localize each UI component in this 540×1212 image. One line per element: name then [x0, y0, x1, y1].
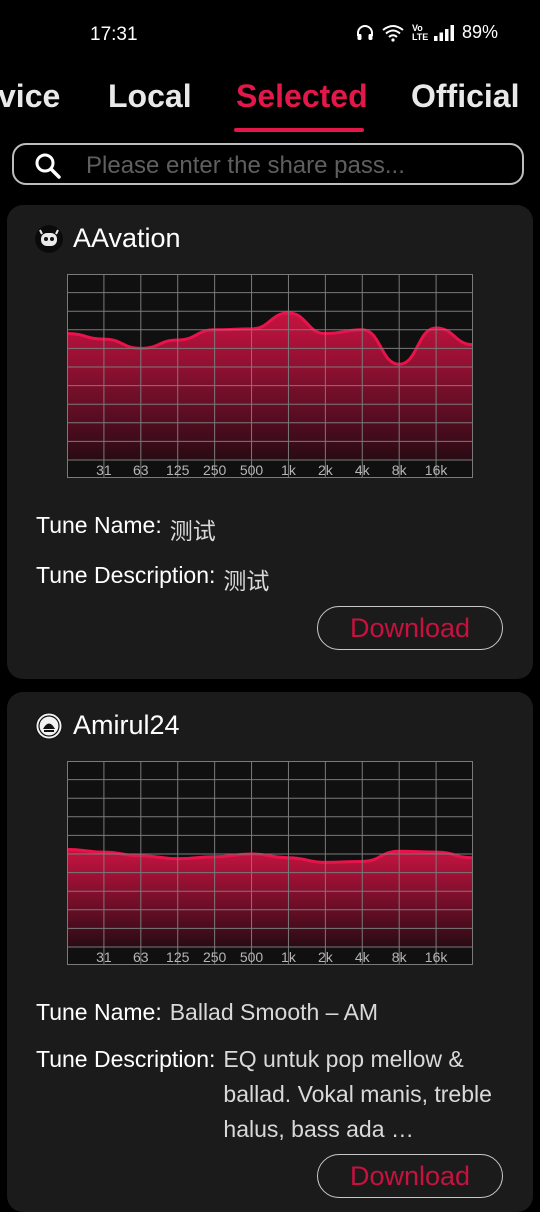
tune-name-value: Ballad Smooth – AM [169, 999, 379, 1025]
eq-curve-chart: 31 63 125 250 500 1k 2k 4k 8k 16k [67, 274, 473, 478]
eq-band-label: 16k [425, 949, 449, 965]
eq-band-label: 500 [240, 462, 264, 478]
eq-curve-chart: 31 63 125 250 500 1k 2k 4k 8k 16k [67, 761, 473, 965]
author-row: AAvation [35, 223, 181, 254]
tune-description-row: Tune Description: 测试 [36, 562, 269, 596]
search-box[interactable] [12, 143, 524, 185]
author-row: Amirul24 [35, 710, 180, 741]
eq-band-label: 63 [133, 949, 149, 965]
tab-service[interactable]: vice [0, 78, 60, 115]
author-name: AAvation [73, 223, 181, 253]
signal-icon [433, 24, 454, 41]
tab-bar: vice Local Selected Official [0, 70, 540, 136]
preset-card: AAvation 31 63 125 250 500 1k 2k 4k 8k 16k Tune N… [7, 205, 533, 679]
eq-band-label: 31 [96, 462, 112, 478]
eq-band-label: 250 [203, 949, 227, 965]
tune-description-row: Tune Description: EQ untuk pop mellow & … [36, 1042, 493, 1147]
tune-description-value: EQ untuk pop mellow & ballad. Vokal mani… [223, 1046, 492, 1142]
search-icon [34, 152, 62, 185]
status-bar: 17:31 Vo LTE 89% [0, 0, 540, 70]
tab-official[interactable]: Official [411, 78, 519, 115]
battery-level: 89% [461, 22, 498, 42]
tune-name-value: 测试 [169, 518, 216, 544]
volte-icon: Vo LTE [411, 22, 429, 42]
eq-band-label: 16k [425, 462, 449, 478]
author-name: Amirul24 [73, 710, 180, 740]
tune-description-label: Tune Description: [36, 1046, 216, 1072]
eq-band-label: 8k [392, 462, 408, 478]
eq-band-label: 4k [355, 949, 371, 965]
eq-band-label: 125 [166, 949, 190, 965]
eq-band-label: 125 [166, 462, 190, 478]
download-button[interactable]: Download [317, 1154, 503, 1198]
tune-description-value: 测试 [223, 568, 270, 594]
eq-band-label: 2k [318, 949, 334, 965]
emblem-icon [35, 712, 63, 739]
download-button[interactable]: Download [317, 606, 503, 650]
eq-band-label: 4k [355, 462, 371, 478]
eq-band-label: 2k [318, 462, 334, 478]
eq-band-label: 1k [281, 462, 297, 478]
wifi-icon [382, 24, 404, 42]
tune-description-label: Tune Description: [36, 562, 216, 588]
tune-name-label: Tune Name: [36, 512, 162, 538]
tab-local[interactable]: Local [108, 78, 192, 115]
eq-band-label: 31 [96, 949, 112, 965]
share-pass-search-input[interactable] [84, 149, 508, 183]
eq-band-label: 250 [203, 462, 227, 478]
tune-name-label: Tune Name: [36, 999, 162, 1025]
headphones-icon [356, 24, 374, 42]
eq-band-label: 8k [392, 949, 408, 965]
tune-name-row: Tune Name: 测试 [36, 512, 216, 546]
eq-band-label: 1k [281, 949, 297, 965]
status-time: 17:31 [90, 24, 138, 45]
preset-card: Amirul24 31 63 125 250 500 1k 2k 4k 8k 16k Tune N… [7, 692, 533, 1212]
eq-band-label: 500 [240, 949, 264, 965]
tune-name-row: Tune Name: Ballad Smooth – AM [36, 999, 378, 1026]
tab-selected[interactable]: Selected [236, 78, 368, 115]
robot-face-icon [35, 224, 63, 253]
eq-band-label: 63 [133, 462, 149, 478]
eq-curve-fill [67, 849, 473, 947]
status-icons: Vo LTE 89% [356, 22, 498, 43]
active-tab-indicator [234, 128, 364, 132]
